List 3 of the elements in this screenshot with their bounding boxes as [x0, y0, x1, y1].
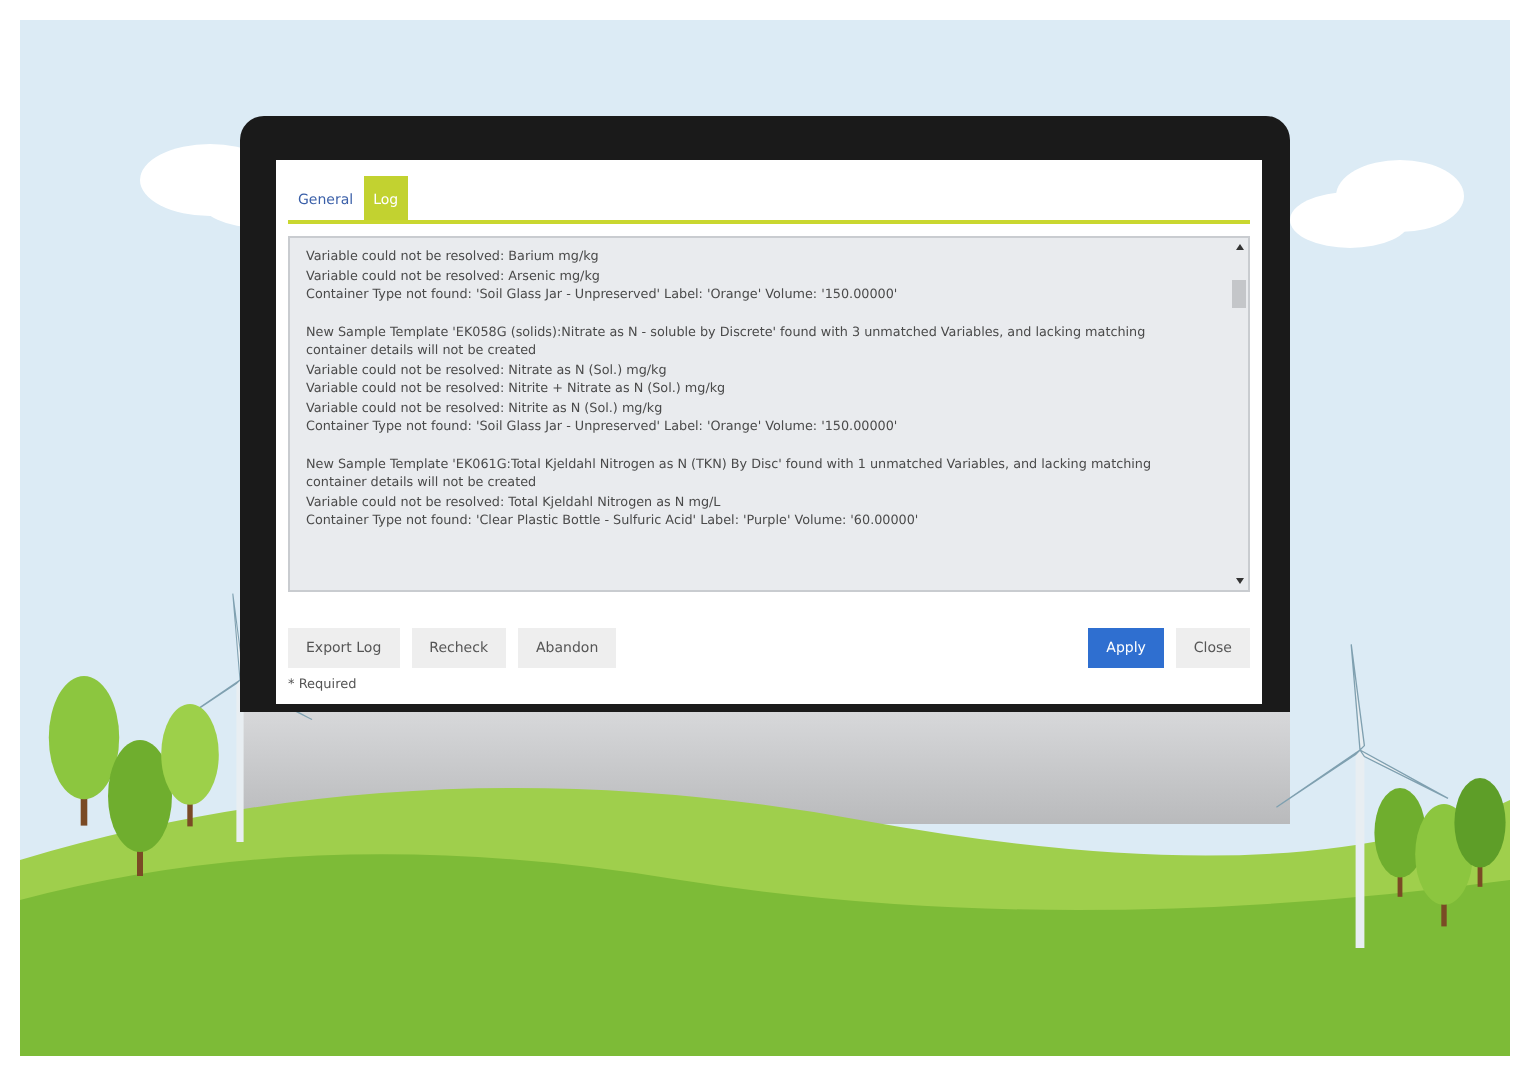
- scroll-up-icon[interactable]: [1235, 244, 1243, 250]
- scroll-down-icon[interactable]: [1235, 578, 1243, 584]
- scrollbar-thumb[interactable]: [1232, 280, 1246, 308]
